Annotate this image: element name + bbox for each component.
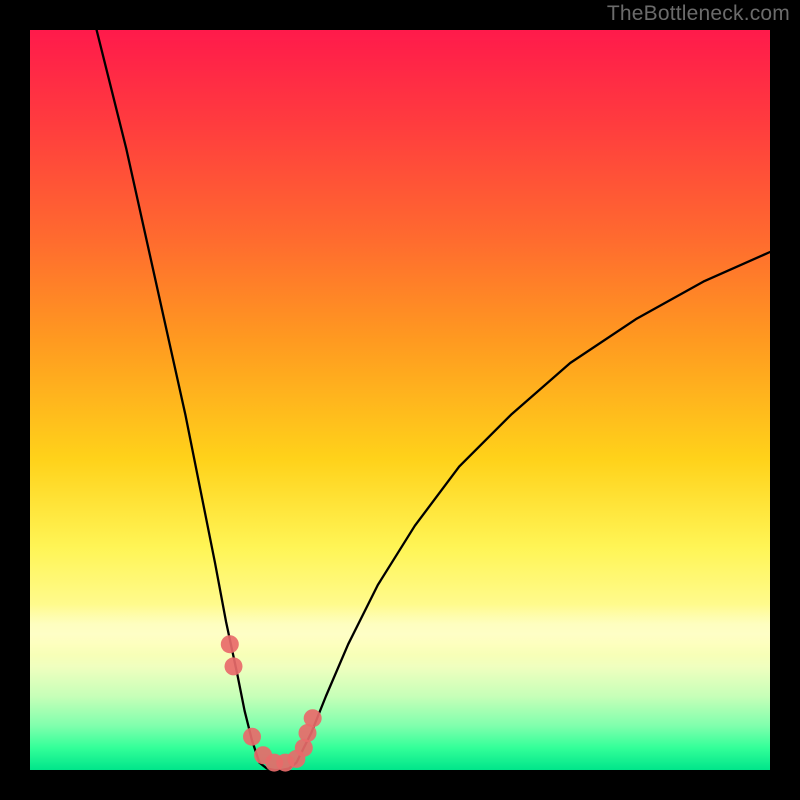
data-marker xyxy=(221,635,239,653)
chart-svg xyxy=(30,30,770,770)
watermark-text: TheBottleneck.com xyxy=(607,2,790,26)
marker-cluster xyxy=(221,635,322,771)
chart-frame: TheBottleneck.com xyxy=(0,0,800,800)
data-marker xyxy=(243,728,261,746)
curve-line xyxy=(97,30,770,770)
data-marker xyxy=(304,709,322,727)
plot-area xyxy=(30,30,770,770)
data-marker xyxy=(225,657,243,675)
